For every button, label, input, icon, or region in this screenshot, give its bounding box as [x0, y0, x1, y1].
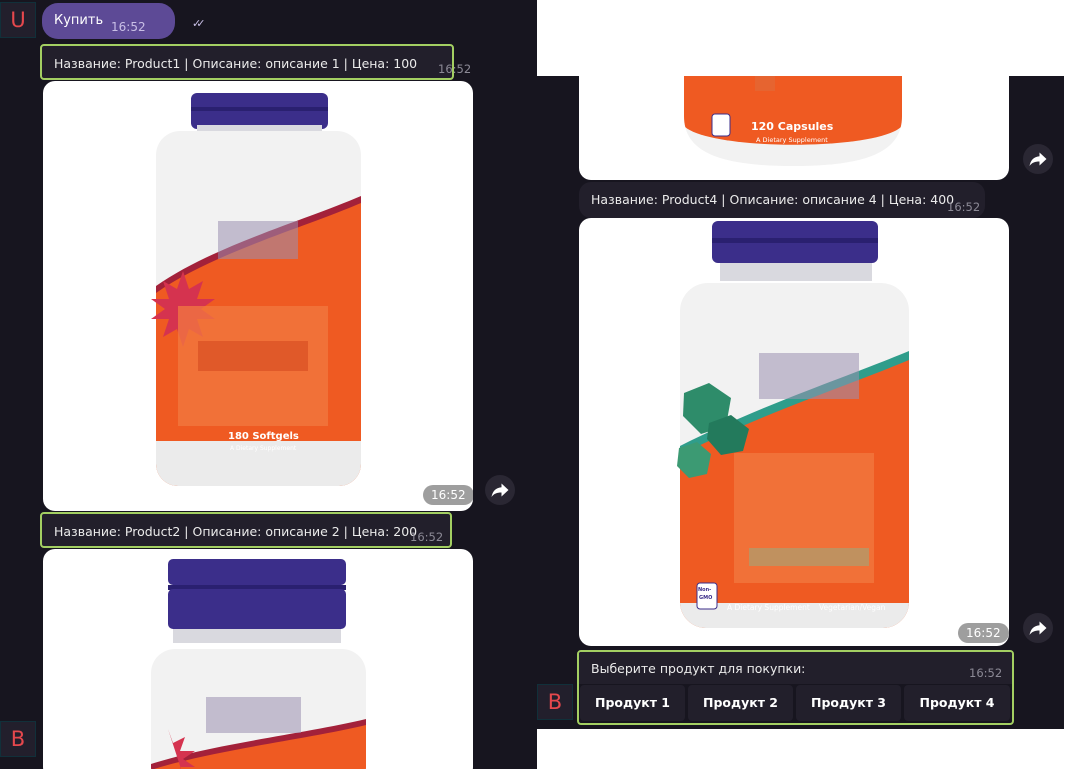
forward-button[interactable] [1023, 613, 1053, 643]
non-gmo-badge-bottom: GMO [699, 595, 713, 601]
product-2-button[interactable]: Продукт 2 [688, 685, 793, 721]
forward-button[interactable] [485, 475, 515, 505]
supplement-bottle-illustration [151, 559, 366, 769]
caption-time: 16:52 [410, 530, 444, 544]
supplement-bottle-illustration [677, 221, 909, 628]
double-check-icon: ✓✓ [192, 17, 206, 30]
product-image[interactable]: 180 Softgels A Dietary Supplement 16:52 [43, 81, 473, 511]
non-gmo-badge-top: Non- [698, 587, 712, 593]
product-image[interactable]: Non- GMO A Dietary Supplement Vegetarian… [579, 218, 1009, 646]
bottle-label: 180 Softgels [228, 431, 299, 442]
product-image[interactable] [43, 549, 473, 769]
menu-prompt: Выберите продукт для покупки: [591, 661, 806, 676]
user-avatar[interactable]: U [0, 2, 36, 38]
product-4-button[interactable]: Продукт 4 [904, 685, 1010, 721]
caption-text: Название: Product1 | Описание: описание … [54, 56, 418, 71]
caption-text: Название: Product2 | Описание: описание … [54, 524, 418, 539]
forward-arrow-icon [1029, 621, 1047, 635]
chat-panel-left[interactable]: U Купить 16:52 ✓✓ Название: Product1 | О… [0, 0, 537, 769]
product-1-button[interactable]: Продукт 1 [580, 685, 685, 721]
chat-panel-right[interactable]: 120 Capsules A Dietary Supplement Назван… [537, 76, 1064, 729]
bot-avatar[interactable]: B [537, 684, 573, 720]
caption-time: 16:52 [947, 200, 981, 214]
menu-time: 16:52 [969, 666, 1003, 680]
forward-button[interactable] [1023, 144, 1053, 174]
product-caption[interactable]: Название: Product4 | Описание: описание … [579, 182, 985, 218]
bottle-sublabel: A Dietary Supplement [756, 136, 828, 144]
bottle-label: 120 Capsules [751, 120, 834, 133]
message-time: 16:52 [111, 20, 146, 34]
bottle-diet-label: Vegetarian/Vegan [819, 603, 886, 612]
avatar-letter: U [10, 8, 26, 32]
product-image[interactable]: 120 Capsules A Dietary Supplement [579, 76, 1009, 180]
avatar-letter: B [547, 690, 563, 714]
bot-avatar[interactable]: B [0, 721, 36, 757]
product-caption[interactable]: Название: Product1 | Описание: описание … [40, 44, 471, 80]
forward-arrow-icon [1029, 152, 1047, 166]
message-text: Купить [54, 13, 104, 28]
bottle-sublabel: A Dietary Supplement [727, 603, 810, 612]
forward-arrow-icon [491, 483, 509, 497]
image-time: 16:52 [958, 623, 1009, 643]
bottle-sublabel: A Dietary Supplement [230, 445, 297, 452]
product-3-button[interactable]: Продукт 3 [796, 685, 901, 721]
avatar-letter: B [10, 727, 26, 751]
caption-text: Название: Product4 | Описание: описание … [591, 192, 955, 207]
image-time: 16:52 [423, 485, 473, 505]
sent-message[interactable]: Купить 16:52 ✓✓ [42, 3, 206, 39]
caption-time: 16:52 [438, 62, 472, 76]
product-caption[interactable]: Название: Product2 | Описание: описание … [40, 512, 452, 548]
